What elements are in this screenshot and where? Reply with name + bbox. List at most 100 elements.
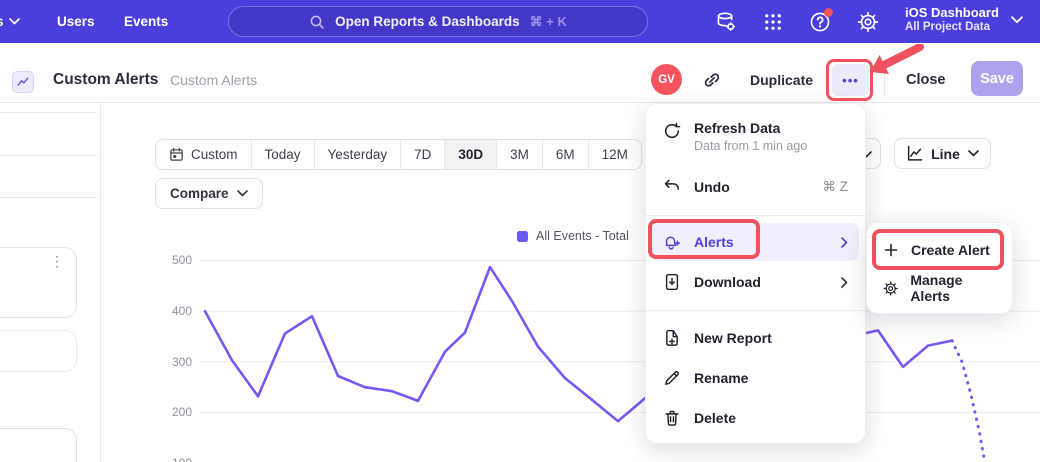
sidebar-row-divider [0,112,97,113]
menu-divider [646,310,865,311]
nav-item-events[interactable]: Events [124,0,168,43]
insights-report-icon [12,71,34,93]
range-6m[interactable]: 6M [542,140,588,169]
refresh-data-subtitle: Data from 1 min ago [694,139,807,153]
refresh-data-label: Refresh Data [694,120,807,136]
undo-label: Undo [694,179,730,195]
compare-label: Compare [170,186,229,201]
range-7d-label: 7D [414,147,431,162]
project-switcher[interactable]: iOS Dashboard All Project Data [905,5,999,33]
report-toolbar: Custom Alerts Custom Alerts GV Duplicate… [0,43,1040,103]
chart-type-label: Line [931,146,960,162]
range-7d[interactable]: 7D [400,140,444,169]
legend-swatch-icon [517,231,528,242]
manage-alerts-label: Manage Alerts [910,272,996,304]
chevron-down-icon [968,150,979,157]
menu-item-delete[interactable]: Delete [646,398,865,438]
range-yesterday-label: Yesterday [328,147,388,162]
trash-icon [663,409,681,427]
y-axis-tick: 200 [158,405,192,419]
help-icon[interactable] [808,10,832,34]
range-30d-selected[interactable]: 30D [444,140,496,169]
menu-item-alerts[interactable]: Alerts [652,223,859,261]
range-custom-label: Custom [191,147,238,162]
delete-label: Delete [694,410,736,426]
download-icon [663,273,681,291]
more-options-button[interactable]: ••• [832,64,869,96]
metric-card[interactable] [0,247,77,318]
range-12m[interactable]: 12M [588,140,641,169]
search-shortcut: ⌘ + K [530,14,567,30]
notification-dot [824,8,833,17]
range-custom[interactable]: Custom [156,140,251,169]
menu-item-rename[interactable]: Rename [646,358,865,398]
submenu-item-manage-alerts[interactable]: Manage Alerts [867,269,1012,307]
download-label: Download [694,274,761,290]
undo-icon [663,178,681,196]
range-today[interactable]: Today [251,140,314,169]
create-alert-label: Create Alert [911,242,990,258]
menu-divider [646,215,865,216]
range-3m[interactable]: 3M [496,140,542,169]
range-yesterday[interactable]: Yesterday [314,140,401,169]
project-title: iOS Dashboard [905,5,999,20]
gear-icon [883,280,898,297]
legend-label: All Events - Total [536,229,629,243]
menu-item-undo[interactable]: Undo ⌘ Z [646,166,865,208]
sidebar-row-divider [0,197,97,198]
y-axis-tick: 300 [158,355,192,369]
chevron-down-icon [237,190,248,197]
nav-events-label: Events [124,14,168,29]
y-axis-tick: 500 [158,253,192,267]
settings-gear-icon[interactable] [856,10,880,34]
menu-item-new-report[interactable]: New Report [646,318,865,358]
alerts-submenu: Create Alert Manage Alerts [866,222,1013,314]
duplicate-button[interactable]: Duplicate [750,72,813,88]
chevron-right-icon [841,237,848,248]
y-axis-tick: 100 [158,456,192,462]
plus-icon [883,242,899,258]
pencil-icon [663,369,681,387]
nav-item-users[interactable]: Users [57,0,95,43]
copy-link-icon[interactable] [702,70,722,90]
legend-all-events-total[interactable]: All Events - Total [517,229,629,243]
metric-card[interactable] [0,330,77,372]
undo-shortcut: ⌘ Z [823,179,849,195]
line-chart-icon [906,145,923,162]
search-input[interactable]: Open Reports & Dashboards ⌘ + K [228,6,648,37]
top-navbar: s Users Events Open Reports & Dashboards… [0,0,1040,43]
range-today-label: Today [265,147,301,162]
nav-item-truncated[interactable]: s [0,0,20,43]
kebab-menu-icon[interactable]: ⋮ [50,258,64,265]
avatar[interactable]: GV [651,64,682,95]
y-axis-tick: 400 [158,304,192,318]
new-report-icon [663,329,681,347]
metric-card[interactable] [0,428,77,462]
chevron-down-icon[interactable] [1011,16,1023,24]
chevron-down-icon [9,18,20,25]
toolbar-divider [884,64,885,97]
compare-button[interactable]: Compare [155,178,263,209]
date-range-control: Custom Today Yesterday 7D 30D 3M 6M 12M [155,139,642,170]
breadcrumb: Custom Alerts [170,72,257,88]
page-title: Custom Alerts [53,71,158,89]
nav-item-truncated-label: s [0,14,4,29]
data-management-icon[interactable] [714,10,738,34]
apps-grid-icon[interactable] [761,10,785,34]
calendar-icon [169,147,184,162]
menu-item-refresh-data[interactable]: Refresh Data Data from 1 min ago [646,114,865,166]
alerts-label: Alerts [694,234,734,250]
refresh-icon [663,122,681,140]
range-6m-label: 6M [556,147,575,162]
alert-bell-icon [663,233,681,251]
submenu-item-create-alert[interactable]: Create Alert [867,231,1012,269]
new-report-label: New Report [694,330,772,346]
chart-type-button[interactable]: Line [894,138,991,169]
rename-label: Rename [694,370,748,386]
chevron-right-icon [841,277,848,288]
range-30d-label: 30D [458,147,483,162]
menu-item-download[interactable]: Download [646,261,865,303]
close-button[interactable]: Close [906,72,946,88]
more-options-menu: Refresh Data Data from 1 min ago Undo ⌘ … [645,103,866,444]
save-button[interactable]: Save [971,61,1023,96]
